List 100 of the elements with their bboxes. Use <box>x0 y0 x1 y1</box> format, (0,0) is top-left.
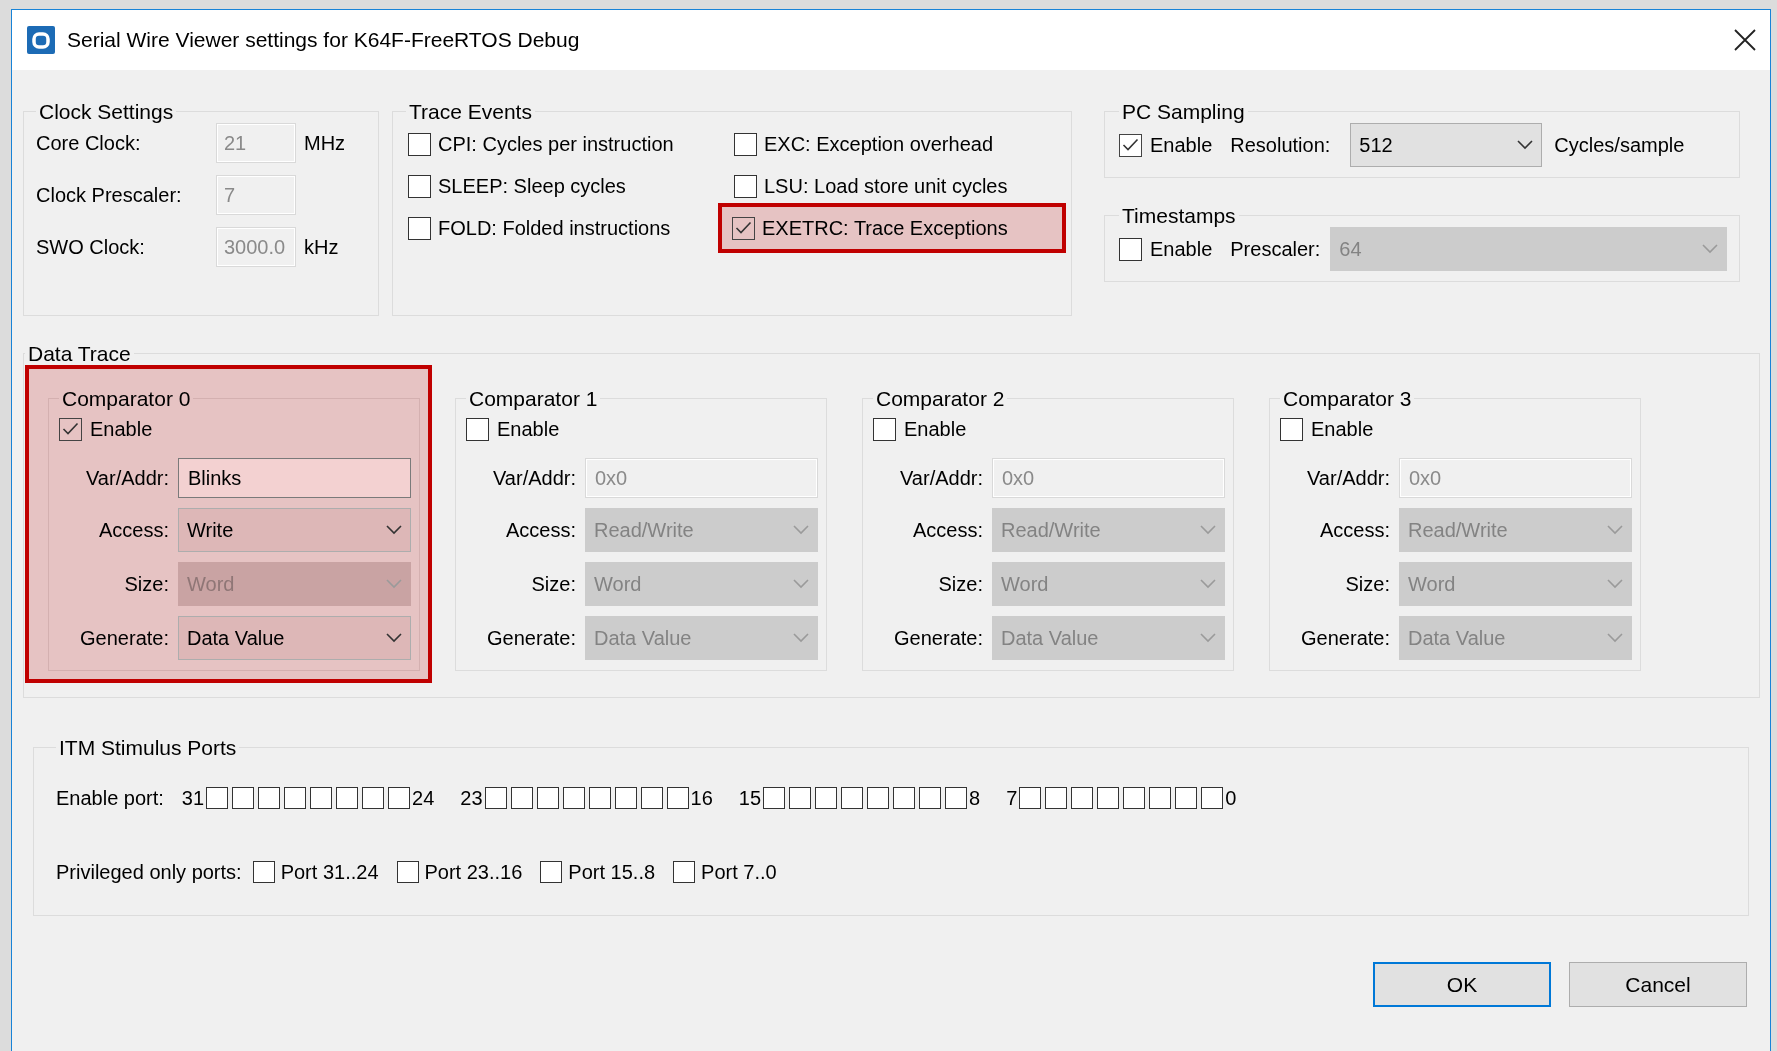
checkbox-label[interactable]: Port 7..0 <box>701 857 777 888</box>
port-number: 16 <box>690 786 713 812</box>
checkbox-label[interactable]: Port 23..16 <box>424 857 523 888</box>
checkbox[interactable] <box>310 787 333 810</box>
checkbox[interactable] <box>1097 787 1120 810</box>
chevron-down-icon <box>386 633 402 644</box>
port-number: 24 <box>412 786 435 812</box>
checkbox[interactable] <box>59 417 82 441</box>
checkbox[interactable] <box>206 787 229 810</box>
checkbox[interactable] <box>1071 787 1094 810</box>
field-label: Enable port: <box>56 786 164 812</box>
checkbox[interactable] <box>562 787 585 810</box>
field-label: SWO Clock: <box>36 235 146 261</box>
group-title: Comparator 0 <box>61 387 192 411</box>
checkbox[interactable] <box>673 861 696 884</box>
checkbox[interactable] <box>1119 237 1142 261</box>
checkbox-label[interactable]: Enable <box>1150 130 1213 161</box>
close-icon[interactable] <box>1734 29 1756 51</box>
checkbox[interactable] <box>408 216 431 240</box>
chevron-down-icon <box>386 579 402 590</box>
field-label: Size: <box>937 572 983 598</box>
group-title: Trace Events <box>408 100 533 124</box>
checkbox-label[interactable]: SLEEP: Sleep cycles <box>438 171 626 202</box>
checkbox[interactable] <box>867 787 890 810</box>
checkbox[interactable] <box>540 861 563 884</box>
group-title: Data Trace <box>27 342 132 366</box>
dropdown[interactable]: 512 <box>1350 123 1543 168</box>
checkbox[interactable] <box>396 861 419 884</box>
checkbox[interactable] <box>640 787 663 810</box>
checkbox[interactable] <box>232 787 255 810</box>
checkbox[interactable] <box>408 174 431 198</box>
checkbox[interactable] <box>588 787 611 810</box>
checkbox[interactable] <box>614 787 637 810</box>
checkbox[interactable] <box>666 787 689 810</box>
checkbox[interactable] <box>1119 133 1142 157</box>
port-number: 7 <box>1006 786 1018 812</box>
checkbox[interactable] <box>919 787 942 810</box>
checkbox-label[interactable]: Enable <box>90 414 153 445</box>
checkbox-label[interactable]: Enable <box>1150 234 1213 265</box>
checkbox[interactable] <box>734 174 757 198</box>
checkbox[interactable] <box>945 787 968 810</box>
field-label: Privileged only ports: <box>56 860 242 886</box>
field-label: Core Clock: <box>36 131 142 157</box>
chevron-down-icon <box>1607 633 1623 644</box>
checkbox[interactable] <box>484 787 507 810</box>
dialog-button[interactable]: OK <box>1373 962 1551 1008</box>
checkbox-label[interactable]: Enable <box>904 414 967 445</box>
checkbox-label[interactable]: EXC: Exception overhead <box>764 129 994 160</box>
field-label: Var/Addr: <box>1306 466 1390 492</box>
checkbox-label[interactable]: FOLD: Folded instructions <box>438 213 671 244</box>
dialog-button[interactable]: Cancel <box>1569 962 1747 1008</box>
field-label: Access: <box>911 518 983 544</box>
checkbox[interactable] <box>732 216 755 240</box>
field-label: Generate: <box>486 626 576 652</box>
checkmark-icon <box>1122 138 1139 153</box>
checkbox[interactable] <box>1045 787 1068 810</box>
field-label: Resolution: <box>1230 133 1331 159</box>
checkbox[interactable] <box>1123 787 1146 810</box>
checkbox-label[interactable]: CPI: Cycles per instruction <box>438 129 674 160</box>
chevron-down-icon <box>1200 525 1216 536</box>
checkbox[interactable] <box>258 787 281 810</box>
checkbox[interactable] <box>388 787 411 810</box>
checkbox[interactable] <box>1201 787 1224 810</box>
checkbox[interactable] <box>1149 787 1172 810</box>
field-label: Generate: <box>893 626 983 652</box>
checkbox-label[interactable]: Enable <box>497 414 560 445</box>
field-label: Prescaler: <box>1230 237 1321 263</box>
checkbox[interactable] <box>510 787 533 810</box>
checkbox-label[interactable]: EXETRC: Trace Exceptions <box>762 213 1008 244</box>
field-label: Var/Addr: <box>85 466 169 492</box>
port-number: 23 <box>460 786 483 812</box>
field-label: Generate: <box>1300 626 1390 652</box>
chevron-down-icon <box>793 579 809 590</box>
checkbox[interactable] <box>466 417 489 441</box>
checkbox-label[interactable]: Port 15..8 <box>568 857 656 888</box>
checkbox[interactable] <box>408 132 431 156</box>
chevron-down-icon <box>1517 140 1534 151</box>
checkbox[interactable] <box>873 417 896 441</box>
input-field[interactable]: Blinks <box>178 458 411 499</box>
checkbox[interactable] <box>841 787 864 810</box>
checkbox[interactable] <box>815 787 838 810</box>
dropdown[interactable]: Data Value <box>178 616 411 661</box>
checkbox[interactable] <box>893 787 916 810</box>
checkbox[interactable] <box>336 787 359 810</box>
checkbox[interactable] <box>284 787 307 810</box>
checkbox[interactable] <box>789 787 812 810</box>
checkbox[interactable] <box>1175 787 1198 810</box>
checkbox[interactable] <box>734 132 757 156</box>
checkbox-label[interactable]: Port 31..24 <box>280 857 379 888</box>
checkbox[interactable] <box>252 861 275 884</box>
checkbox[interactable] <box>1019 787 1042 810</box>
checkbox-label[interactable]: Enable <box>1311 414 1374 445</box>
dropdown[interactable]: Write <box>178 508 411 553</box>
checkbox[interactable] <box>536 787 559 810</box>
checkbox[interactable] <box>362 787 385 810</box>
unit-label: Cycles/sample <box>1554 133 1685 159</box>
checkbox-label[interactable]: LSU: Load store unit cycles <box>764 171 1008 202</box>
checkbox[interactable] <box>1280 417 1303 441</box>
checkbox[interactable] <box>763 787 786 810</box>
field-label: Access: <box>1318 518 1390 544</box>
